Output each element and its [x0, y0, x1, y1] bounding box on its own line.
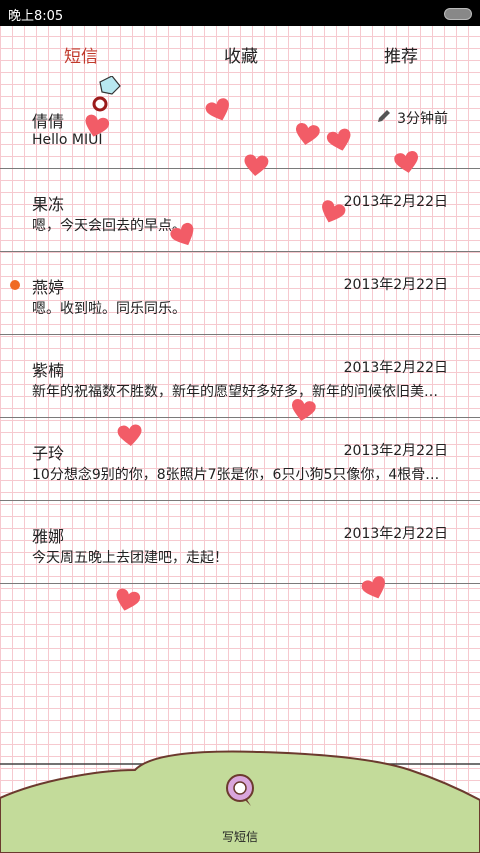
- heart-icon: [205, 98, 231, 122]
- tab-sms[interactable]: 短信: [64, 42, 98, 67]
- message-item[interactable]: 雅娜 今天周五晚上去团建吧，走起！ 2013年2月22日: [0, 501, 480, 584]
- heart-icon: [115, 588, 141, 612]
- message-preview: 嗯。收到啦。同乐同乐。: [32, 301, 186, 317]
- message-time: 2013年2月22日: [343, 194, 448, 210]
- heart-icon: [394, 151, 419, 174]
- heart-icon: [320, 200, 346, 224]
- contact-name: 倩倩: [32, 112, 65, 131]
- heart-icon: [295, 123, 320, 146]
- tab-bar: 短信 收藏 推荐: [0, 42, 480, 112]
- contact-name: 子玲: [32, 444, 65, 463]
- message-time: 2013年2月22日: [343, 360, 448, 376]
- message-item[interactable]: 子玲 10分想念9别的你，8张照片7张是你，6只小狗5只像你，4根骨头… 201…: [0, 418, 480, 501]
- heart-icon: [291, 399, 316, 422]
- message-preview: 新年的祝福数不胜数，新年的愿望好多好多，新年的问候依旧美好…: [32, 384, 448, 400]
- tab-recommended[interactable]: 推荐: [384, 42, 418, 67]
- message-time: 2013年2月22日: [343, 277, 448, 293]
- heart-icon: [326, 128, 352, 152]
- compose-label[interactable]: 写短信: [0, 828, 480, 845]
- contact-name: 雅娜: [32, 527, 65, 546]
- message-item[interactable]: 燕婷 嗯。收到啦。同乐同乐。 2013年2月22日: [0, 252, 480, 335]
- message-time: 3分钟前: [397, 111, 448, 127]
- contact-name: 果冻: [32, 195, 65, 214]
- tab-favorites[interactable]: 收藏: [224, 42, 258, 67]
- chat-bubble-icon: [226, 774, 254, 806]
- heart-icon: [170, 222, 196, 247]
- message-preview: 今天周五晚上去团建吧，走起！: [32, 550, 228, 566]
- message-time: 2013年2月22日: [343, 526, 448, 542]
- battery-icon: [444, 8, 472, 20]
- bottom-bar: 写短信: [0, 740, 480, 853]
- message-item[interactable]: 果冻 嗯，今天会回去的早点。 2013年2月22日: [0, 169, 480, 252]
- message-preview: 嗯，今天会回去的早点。: [32, 218, 186, 234]
- heart-icon: [117, 424, 142, 447]
- message-preview: 10分想念9别的你，8张照片7张是你，6只小狗5只像你，4根骨头…: [32, 467, 448, 483]
- unread-indicator: [10, 280, 20, 290]
- message-time: 2013年2月22日: [343, 443, 448, 459]
- heart-icon: [361, 576, 387, 600]
- status-bar: 晚上8:05: [0, 0, 480, 26]
- heart-icon: [84, 114, 110, 138]
- contact-name: 燕婷: [32, 278, 65, 297]
- draft-pencil-icon: [376, 108, 392, 128]
- status-time: 晚上8:05: [8, 9, 64, 24]
- message-item[interactable]: 紫楠 新年的祝福数不胜数，新年的愿望好多好多，新年的问候依旧美好… 2013年2…: [0, 335, 480, 418]
- contact-name: 紫楠: [32, 361, 65, 380]
- heart-icon: [244, 154, 269, 177]
